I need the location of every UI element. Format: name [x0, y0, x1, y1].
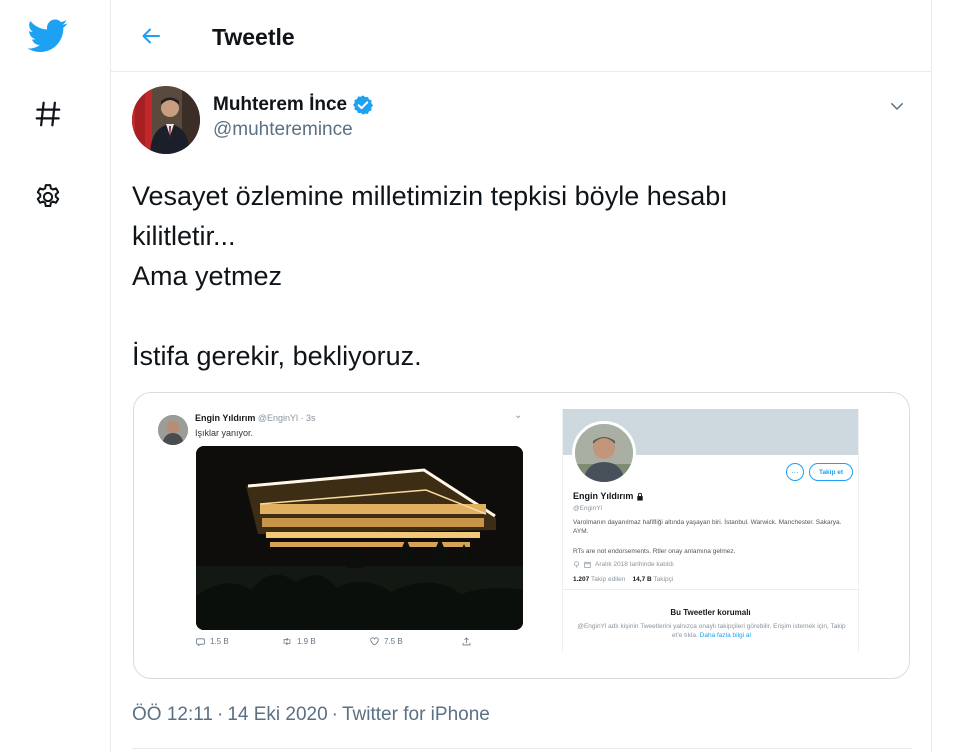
tweet-text-line: kilitletir...: [132, 221, 236, 251]
avatar-photo: [132, 86, 200, 154]
followers-label: Takipçi: [653, 576, 674, 583]
embedded-reply-count: 1.5 B: [196, 637, 229, 646]
retweet-icon: [283, 637, 291, 646]
lock-icon: [637, 492, 644, 501]
tweet-date[interactable]: 14 Eki 2020: [227, 704, 327, 725]
line-break: [132, 296, 892, 336]
chevron-down-icon: [891, 103, 903, 110]
learn-more-link: Daha fazla bilgi al: [699, 632, 751, 639]
following-label: Takip edilen: [590, 576, 626, 583]
tweet-text: Vesayet özlemine milletimizin tepkisi bö…: [132, 176, 892, 376]
twitter-logo-button[interactable]: [26, 14, 70, 58]
embedded-tweet-meta: @EnginYl · 3s: [257, 413, 316, 423]
divider: [132, 748, 912, 749]
arrow-left-icon: [142, 28, 160, 44]
reply-count-text: 1.5 B: [210, 637, 229, 646]
embedded-avatar: [158, 415, 188, 445]
profile-joined: Aralık 2018 tarihinde katıldı: [573, 561, 674, 568]
profile-avatar: [572, 421, 636, 485]
left-nav: [0, 0, 110, 752]
settings-nav-button[interactable]: [26, 175, 70, 219]
embedded-share: [462, 637, 471, 646]
follow-button-image: Takip et: [809, 463, 853, 481]
author-name[interactable]: Muhterem İnce: [213, 94, 347, 116]
embedded-tweet-author: Engin Yıldırım @EnginYl · 3s: [195, 413, 316, 423]
heart-icon: [370, 637, 379, 646]
verified-badge-icon: [353, 95, 374, 115]
like-count-text: 7.5 B: [384, 637, 403, 646]
author-name-row: Muhterem İnce: [213, 94, 374, 116]
author-avatar[interactable]: [132, 86, 200, 154]
profile-rts-note: RTs are not endorsements. Rtler onay anl…: [573, 548, 736, 555]
main-column: Tweetle Muhterem İnce @muhteremince Vesa…: [110, 0, 932, 752]
tweet-source[interactable]: Twitter for iPhone: [342, 704, 490, 725]
protected-title: Bu Tweetler korumalı: [670, 608, 751, 617]
profile-joined-text: Aralık 2018 tarihinde katıldı: [595, 561, 674, 568]
author-info: Muhterem İnce @muhteremince: [213, 94, 374, 141]
embedded-tweet-name: Engin Yıldırım: [195, 413, 256, 423]
embedded-chevron-icon: ⌄: [514, 410, 523, 421]
profile-name-row: Engin Yıldırım: [573, 491, 644, 501]
embedded-profile: ··· Takip et Engin Yıldırım @EnginYl Var…: [562, 409, 859, 653]
page-header: Tweetle: [111, 0, 931, 72]
author-handle[interactable]: @muhteremince: [213, 119, 374, 141]
gear-icon: [36, 184, 60, 207]
profile-stats: 1.207 Takip edilen 14,7 B Takipçi: [573, 576, 673, 583]
separator-dot: ·: [216, 704, 224, 725]
tweet-media-image[interactable]: Engin Yıldırım @EnginYl · 3s ⌄ Işıklar y…: [133, 392, 910, 679]
hashtag-icon: [35, 101, 61, 127]
profile-divider: [563, 589, 858, 590]
share-icon: [462, 637, 471, 646]
tweet-text-line: Vesayet özlemine milletimizin tepkisi bö…: [132, 181, 728, 211]
tweet-text-line: Ama yetmez: [132, 261, 283, 291]
embedded-like-count: 7.5 B: [370, 637, 403, 646]
retweet-count-text: 1.9 B: [297, 637, 316, 646]
calendar-icon: [584, 561, 591, 568]
protected-text-block: @EnginYl adlı kişinin Tweetlerini yalnız…: [575, 622, 848, 640]
following-count: 1.207: [573, 576, 590, 583]
location-icon: [574, 561, 579, 568]
profile-name: Engin Yıldırım: [573, 491, 634, 501]
more-options-icon: ···: [786, 463, 804, 481]
embedded-building-photo: [196, 446, 523, 630]
twitter-bird-icon: [28, 19, 68, 52]
profile-bio: Varolmanın dayanılmaz hafifliği altında …: [573, 519, 842, 535]
page-title: Tweetle: [212, 24, 295, 50]
embedded-tweet-text: Işıklar yanıyor.: [195, 428, 254, 438]
profile-handle: @EnginYl: [573, 505, 603, 512]
separator-dot: ·: [331, 704, 338, 725]
explore-nav-button[interactable]: [26, 92, 70, 136]
back-button[interactable]: [131, 16, 171, 56]
embedded-retweet-count: 1.9 B: [282, 637, 316, 646]
followers-count: 14,7 B: [632, 576, 652, 583]
embedded-tweet-actions: 1.5 B 1.9 B 7.5 B: [196, 637, 496, 651]
reply-icon: [196, 638, 205, 646]
tweet-timestamp: ÖÖ 12:11 · 14 Eki 2020 · Twitter for iPhone: [132, 704, 490, 726]
tweet-time[interactable]: ÖÖ 12:11: [132, 704, 213, 725]
tweet-menu-button[interactable]: [883, 92, 911, 120]
tweet-text-line: İstifa gerekir, bekliyoruz.: [132, 341, 422, 371]
